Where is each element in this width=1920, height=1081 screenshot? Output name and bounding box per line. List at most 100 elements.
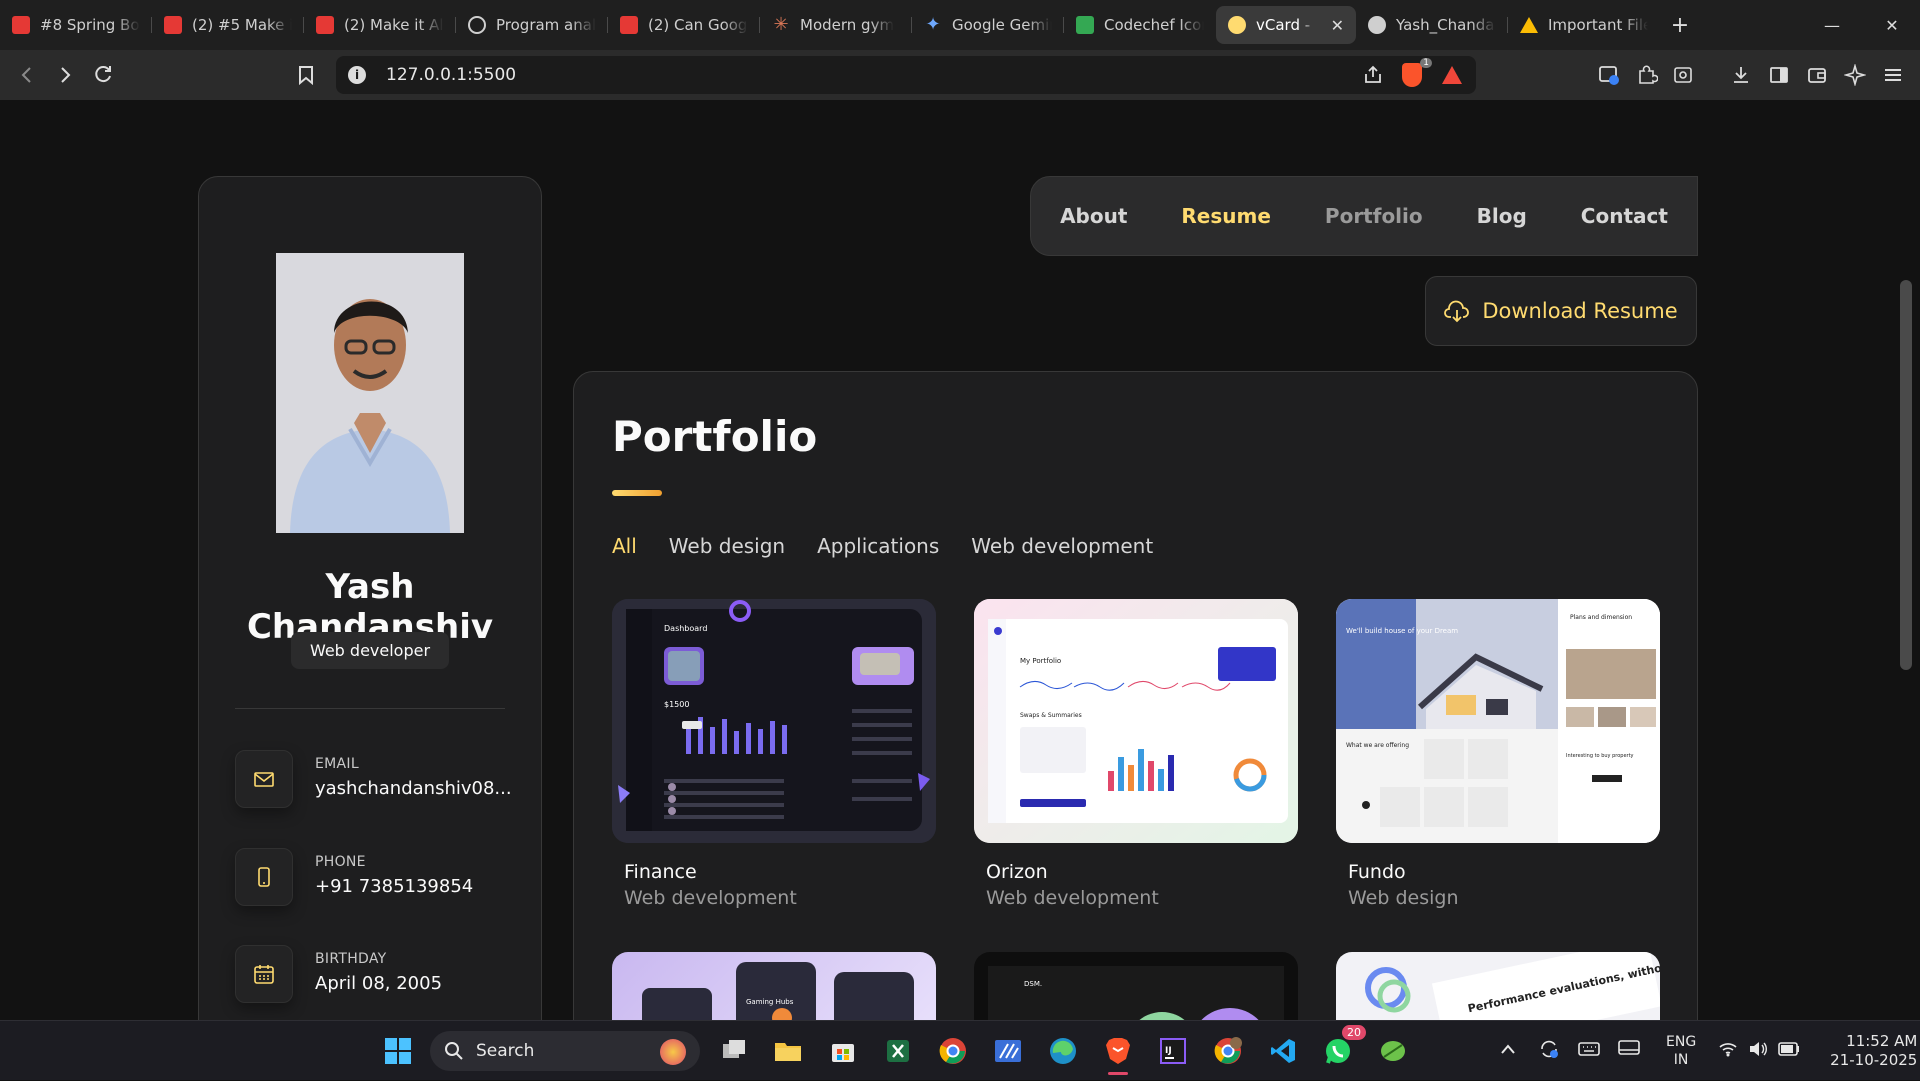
project-card-orizon[interactable]: My Portfolio Swaps & Summaries Orizon We…	[974, 599, 1298, 909]
separator	[235, 708, 505, 709]
address-bar[interactable]: i 127.0.0.1:5500 1	[336, 56, 1476, 94]
phone-icon	[235, 848, 293, 906]
thumb-section: Swaps & Summaries	[1020, 712, 1082, 719]
leo-ai-icon[interactable]	[1840, 60, 1870, 90]
tab-4[interactable]: (2) Can Google	[608, 6, 760, 44]
phone-link[interactable]: +91 7385139854	[315, 876, 473, 897]
project-thumbnail[interactable]: My Portfolio Swaps & Summaries	[974, 599, 1298, 843]
download-icon[interactable]	[1726, 60, 1756, 90]
reload-button[interactable]	[84, 56, 122, 94]
chrome-icon[interactable]	[935, 1033, 971, 1069]
project-title: Orizon	[986, 861, 1048, 883]
avatar	[276, 253, 464, 533]
tab-3[interactable]: Program analysis	[456, 6, 608, 44]
tab-1[interactable]: (2) #5 Make it	[152, 6, 304, 44]
tab-8-active[interactable]: vCard - Personal ✕	[1216, 6, 1356, 44]
tab-7[interactable]: Codechef Icon	[1064, 6, 1216, 44]
thumb-offer: What we are offering	[1346, 742, 1409, 749]
nav-about[interactable]: About	[1033, 204, 1154, 228]
chrome-profile-icon[interactable]	[1210, 1033, 1246, 1069]
intellij-icon[interactable]: IJ	[1155, 1033, 1191, 1069]
filter-applications[interactable]: Applications	[817, 534, 939, 558]
youtube-icon	[12, 16, 30, 34]
youtube-icon	[164, 16, 182, 34]
project-thumbnail[interactable]: We'll build house of your Dream Plans an…	[1336, 599, 1660, 843]
brave-shield-icon[interactable]	[1402, 63, 1422, 87]
new-tab-button[interactable]: +	[1660, 6, 1700, 44]
contact-label: EMAIL	[315, 756, 359, 772]
chevron-up-icon[interactable]	[1500, 1043, 1516, 1059]
battery-icon[interactable]	[1778, 1042, 1800, 1060]
site-info-icon[interactable]: i	[348, 66, 366, 84]
sidebar-toggle-icon[interactable]	[1764, 60, 1794, 90]
file-explorer-icon[interactable]	[770, 1033, 806, 1069]
brave-rewards-icon[interactable]	[1442, 66, 1462, 84]
contact-label: PHONE	[315, 854, 366, 870]
tab-title: Codechef Icon	[1104, 16, 1204, 34]
wifi-icon[interactable]	[1718, 1041, 1738, 1061]
taskbar-search[interactable]: Search	[430, 1031, 700, 1071]
back-button[interactable]	[8, 56, 46, 94]
ms-store-icon[interactable]	[825, 1033, 861, 1069]
edge-icon[interactable]	[1045, 1033, 1081, 1069]
volume-icon[interactable]	[1748, 1041, 1768, 1061]
cloud-download-icon	[1444, 300, 1470, 323]
menu-icon[interactable]	[1878, 60, 1908, 90]
nav-resume[interactable]: Resume	[1154, 204, 1298, 228]
tab-0[interactable]: #8 Spring Boot	[0, 6, 152, 44]
tab-9[interactable]: Yash_Chandanshiv	[1356, 6, 1508, 44]
sync-icon[interactable]	[1538, 1038, 1560, 1064]
vcard-icon	[1228, 16, 1246, 34]
language-indicator[interactable]: ENG IN	[1666, 1033, 1696, 1069]
filter-web-development[interactable]: Web development	[971, 534, 1153, 558]
display-icon[interactable]	[1618, 1040, 1640, 1062]
whatsapp-icon[interactable]: 20	[1320, 1025, 1366, 1069]
download-resume-button[interactable]: Download Resume	[1425, 276, 1697, 346]
gemini-icon: ✦	[925, 14, 941, 35]
project-card-finance[interactable]: Dashboard $1500 Finance Web development	[612, 599, 936, 909]
excel-icon[interactable]	[880, 1033, 916, 1069]
thumb-heading: DSM.	[1024, 980, 1042, 988]
bookmark-button[interactable]	[287, 56, 325, 94]
close-tab-icon[interactable]: ✕	[1325, 16, 1344, 35]
share-icon[interactable]	[1362, 64, 1384, 91]
nav-portfolio[interactable]: Portfolio	[1298, 204, 1450, 228]
filter-all[interactable]: All	[612, 534, 637, 558]
minimize-button[interactable]: —	[1802, 0, 1862, 50]
youtube-icon	[316, 16, 334, 34]
app-leaf-icon[interactable]	[1375, 1033, 1411, 1069]
screenshot-icon[interactable]	[1668, 60, 1698, 90]
youtube-icon	[620, 16, 638, 34]
tab-title: (2) Make it All	[344, 16, 444, 34]
tab-10[interactable]: Important Files	[1508, 6, 1660, 44]
tab-search-icon[interactable]	[1594, 60, 1624, 90]
tab-2[interactable]: (2) Make it All	[304, 6, 456, 44]
profile-sidebar: Yash Chandanshiv Web developer EMAIL yas…	[198, 176, 542, 1076]
email-link[interactable]: yashchandanshiv08...	[315, 778, 512, 799]
windows-start-icon[interactable]	[380, 1033, 416, 1069]
project-card-fundo[interactable]: We'll build house of your Dream Plans an…	[1336, 599, 1660, 909]
tab-5[interactable]: ✳ Modern gym	[760, 6, 912, 44]
app-icon[interactable]	[990, 1033, 1026, 1069]
extensions-icon[interactable]	[1632, 60, 1662, 90]
bookmark-icon	[299, 66, 313, 85]
task-view-icon[interactable]	[716, 1033, 752, 1069]
notification-badge: 20	[1342, 1025, 1366, 1040]
nav-blog[interactable]: Blog	[1450, 204, 1554, 228]
page-scrollbar[interactable]	[1900, 280, 1912, 670]
keyboard-icon[interactable]	[1578, 1041, 1600, 1061]
project-thumbnail[interactable]: Dashboard $1500	[612, 599, 936, 843]
forward-button[interactable]	[46, 56, 84, 94]
wallet-icon[interactable]	[1802, 60, 1832, 90]
vscode-icon[interactable]	[1265, 1033, 1301, 1069]
nav-contact[interactable]: Contact	[1554, 204, 1695, 228]
brave-icon[interactable]	[1100, 1033, 1136, 1075]
url-text[interactable]: 127.0.0.1:5500	[386, 65, 516, 85]
close-window-button[interactable]: ✕	[1862, 0, 1920, 50]
search-highlight-icon	[660, 1039, 686, 1065]
svg-text:IJ: IJ	[1165, 1046, 1172, 1056]
tab-6[interactable]: ✦ Google Gemini	[912, 6, 1064, 44]
clock[interactable]: 11:52 AM 21-10-2025	[1830, 1032, 1917, 1070]
browser-toolbar: i 127.0.0.1:5500 1	[0, 50, 1920, 100]
filter-web-design[interactable]: Web design	[669, 534, 785, 558]
